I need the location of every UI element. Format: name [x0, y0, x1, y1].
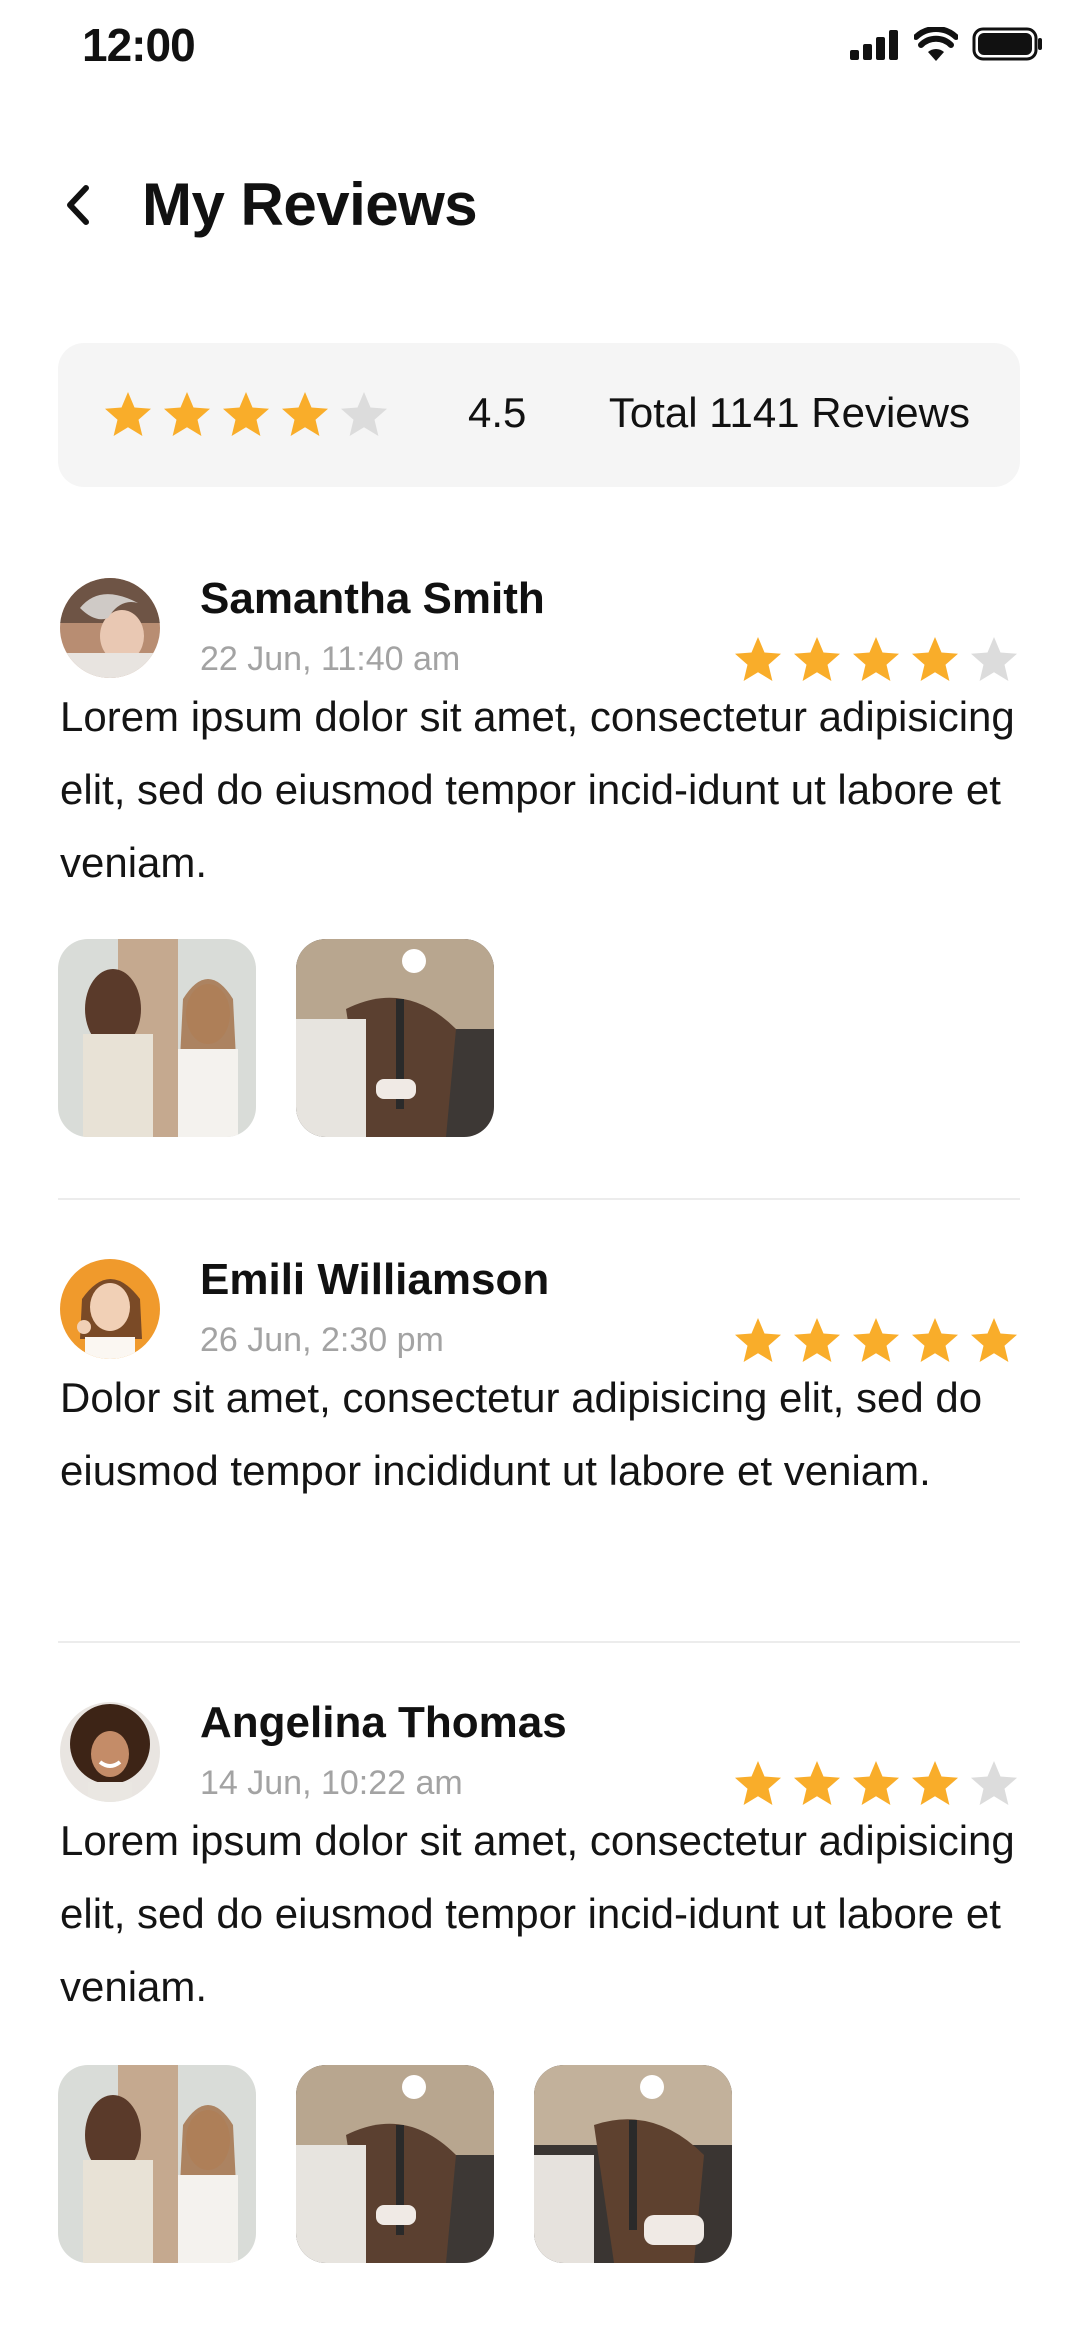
- review-text: Lorem ipsum dolor sit amet, consectetur …: [60, 693, 1015, 886]
- star-filled-icon: [794, 1318, 840, 1362]
- star-filled-icon: [912, 1318, 958, 1362]
- battery-icon: [972, 27, 1042, 61]
- review-stars: [732, 1315, 1020, 1367]
- review-photos: [58, 939, 494, 1137]
- avatar: [60, 1259, 160, 1359]
- review-date: 26 Jun, 2:30 pm: [200, 1321, 444, 1359]
- average-rating: 4.5: [468, 389, 527, 436]
- page-title: My Reviews: [142, 171, 478, 238]
- star-filled-icon: [735, 637, 781, 681]
- review-date: 22 Jun, 11:40 am: [200, 640, 461, 678]
- review-stars: [732, 634, 1020, 686]
- star-filled-icon: [164, 392, 210, 436]
- review-photo[interactable]: [296, 939, 494, 1137]
- reviewer-name: Angelina Thomas: [200, 1698, 567, 1747]
- rating-summary-card: 4.5 Total 1141 Reviews: [58, 343, 1020, 487]
- star-filled-icon: [794, 1761, 840, 1805]
- status-time: 12:00: [82, 19, 196, 71]
- review-photo[interactable]: [296, 2065, 494, 2263]
- avatar: [60, 578, 160, 678]
- star-filled-icon: [735, 1761, 781, 1805]
- star-filled-icon: [912, 637, 958, 681]
- review-text: Lorem ipsum dolor sit amet, consectetur …: [60, 1817, 1015, 2010]
- star-empty-icon: [971, 1761, 1017, 1805]
- divider: [58, 1198, 1020, 1200]
- star-filled-icon: [794, 637, 840, 681]
- review-date: 14 Jun, 10:22 am: [200, 1764, 463, 1802]
- star-filled-icon: [971, 1318, 1017, 1362]
- star-filled-icon: [853, 1318, 899, 1362]
- chevron-left-icon: [67, 185, 89, 225]
- star-filled-icon: [853, 1761, 899, 1805]
- star-filled-icon: [735, 1318, 781, 1362]
- header: My Reviews: [0, 150, 1080, 260]
- back-button[interactable]: [54, 180, 104, 230]
- review-photo[interactable]: [58, 939, 256, 1137]
- star-empty-icon: [971, 637, 1017, 681]
- star-filled-icon: [912, 1761, 958, 1805]
- star-filled-icon: [223, 392, 269, 436]
- star-filled-icon: [282, 392, 328, 436]
- star-empty-icon: [341, 392, 387, 436]
- divider: [58, 1641, 1020, 1643]
- total-reviews: Total 1141 Reviews: [608, 389, 970, 436]
- wifi-icon: [914, 27, 958, 61]
- review-text: Dolor sit amet, consectetur adipisicing …: [60, 1374, 983, 1494]
- star-filled-icon: [853, 637, 899, 681]
- review-stars: [732, 1758, 1020, 1810]
- avatar: [60, 1702, 160, 1802]
- status-bar: 12:00: [0, 0, 1080, 100]
- reviewer-name: Emili Williamson: [200, 1255, 550, 1304]
- star-filled-icon: [105, 392, 151, 436]
- review-photo[interactable]: [534, 2065, 732, 2263]
- review-photos: [58, 2065, 732, 2263]
- summary-stars: [102, 389, 390, 441]
- status-icons: [850, 24, 1044, 64]
- reviewer-name: Samantha Smith: [200, 574, 545, 623]
- signal-icon: [850, 30, 898, 60]
- review-photo[interactable]: [58, 2065, 256, 2263]
